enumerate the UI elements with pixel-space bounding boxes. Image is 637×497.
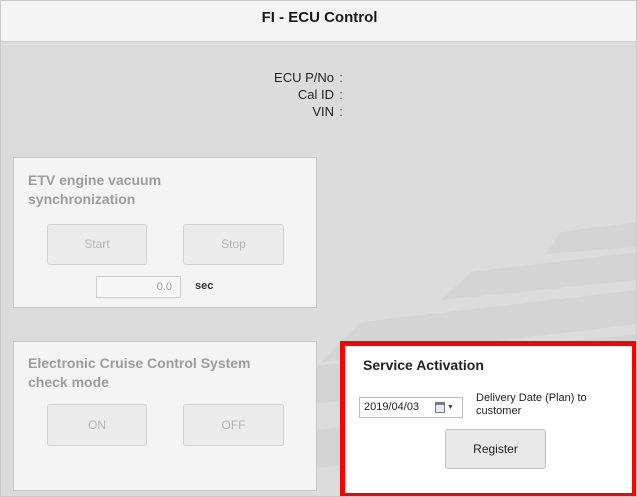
cal-id-label: Cal ID [297, 87, 334, 102]
etv-start-button[interactable]: Start [47, 224, 147, 265]
cal-id-value [348, 86, 401, 103]
cruise-on-button[interactable]: ON [47, 404, 147, 446]
ecu-part-number-label: ECU P/No [274, 70, 334, 85]
etv-seconds-unit: sec [195, 280, 214, 292]
cruise-control-title: Electronic Cruise Control System check m… [28, 354, 251, 392]
cal-id-row: Cal ID : [201, 86, 401, 103]
colon: : [339, 70, 343, 85]
colon: : [339, 104, 343, 119]
etv-sync-title-line2: synchronization [28, 191, 136, 207]
ecu-info: ECU P/No : Cal ID : VIN : [201, 69, 401, 120]
window-title: FI - ECU Control [1, 1, 636, 42]
vin-row: VIN : [201, 103, 401, 120]
etv-seconds-field[interactable]: 0.0 [96, 276, 181, 298]
cruise-off-button[interactable]: OFF [183, 404, 284, 446]
service-activation-highlight [340, 341, 636, 496]
etv-sync-title: ETV engine vacuum synchronization [28, 171, 161, 209]
ecu-part-number-value [348, 69, 401, 86]
etv-stop-button[interactable]: Stop [183, 224, 284, 265]
vin-label: VIN [312, 104, 334, 119]
cruise-control-title-line1: Electronic Cruise Control System [28, 355, 251, 371]
vin-value [348, 103, 401, 120]
colon: : [339, 87, 343, 102]
ecu-part-number-row: ECU P/No : [201, 69, 401, 86]
cruise-control-title-line2: check mode [28, 374, 109, 390]
etv-sync-title-line1: ETV engine vacuum [28, 172, 162, 188]
ecu-control-window: FI - ECU Control ECU P/No : Cal ID : VIN… [0, 0, 637, 497]
